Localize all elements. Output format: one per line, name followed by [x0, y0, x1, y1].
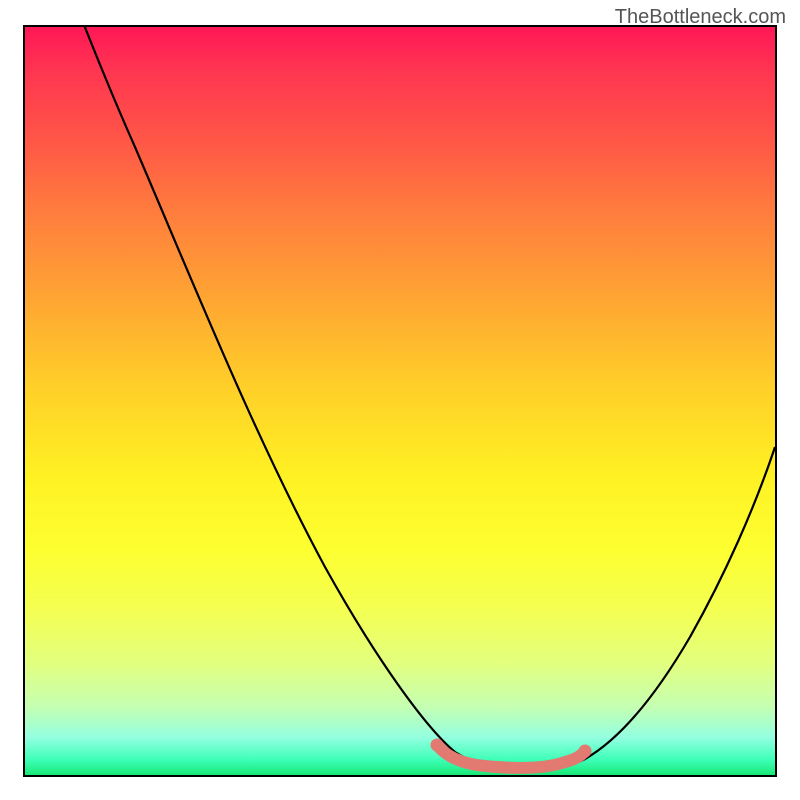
highlight-dot-right — [579, 745, 592, 758]
watermark-text: TheBottleneck.com — [615, 6, 786, 29]
optimal-range-highlight-line — [437, 745, 585, 768]
bottleneck-curve-line — [25, 27, 775, 769]
highlight-dot-left — [431, 739, 444, 752]
chart-svg — [25, 27, 775, 775]
plot-area — [23, 25, 777, 777]
